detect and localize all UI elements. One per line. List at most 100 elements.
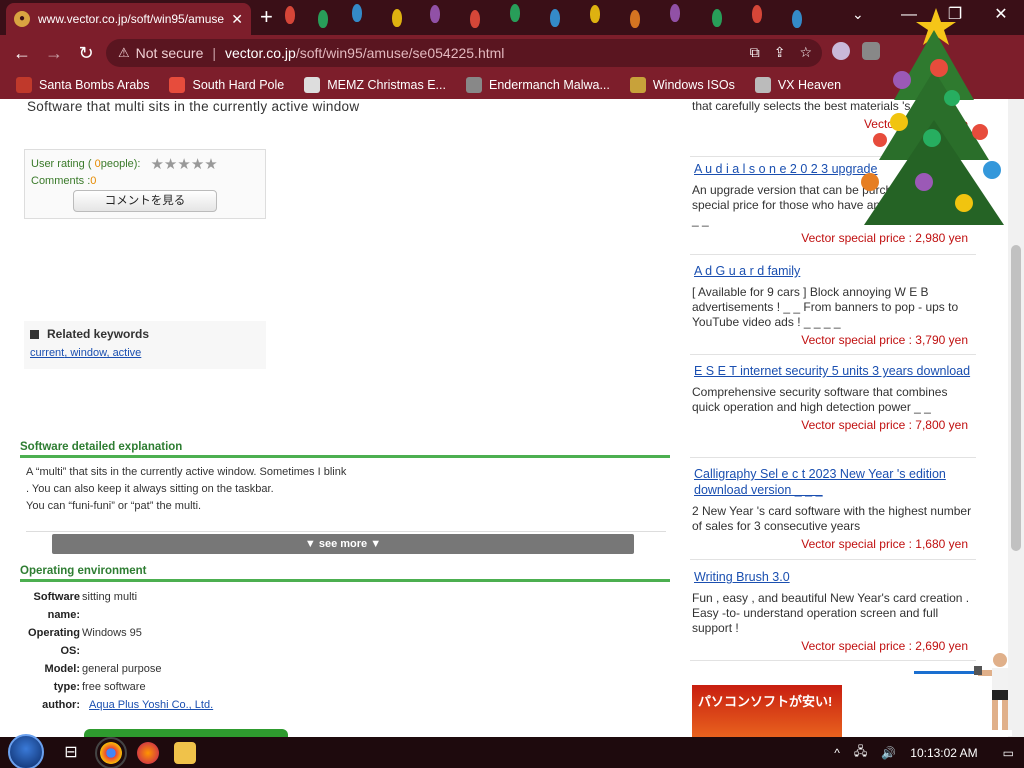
christmas-light [752, 5, 762, 23]
author-link[interactable]: Aqua Plus Yoshi Co., Ltd. [82, 699, 213, 711]
translate-icon[interactable]: ⧉ [750, 44, 760, 61]
christmas-light [285, 6, 295, 24]
christmas-light [510, 4, 520, 22]
christmas-light [470, 10, 480, 28]
env-key: Operating OS: [28, 627, 80, 657]
explanation-text: A “multi” that sits in the currently act… [26, 464, 656, 515]
ad-price: Vector special price : 3,790 yen [801, 333, 968, 347]
ad-item: E S E T internet security 5 units 3 year… [690, 363, 976, 458]
reload-icon[interactable]: ↻ [70, 43, 102, 64]
security-label: Not secure [135, 45, 204, 61]
keyword-links: current, window, active [30, 347, 260, 359]
square-bullet-icon [30, 329, 39, 339]
bookmark-item[interactable]: Endermanch Malwa... [465, 77, 610, 93]
env-value: free software [82, 681, 146, 693]
explanation-line: A “multi” that sits in the currently act… [26, 466, 347, 478]
keywords-heading: Related keywords [30, 327, 260, 341]
ad-description: Comprehensive security software that com… [692, 385, 948, 414]
chrome-icon[interactable] [95, 737, 127, 768]
bookmark-label: MEMZ Christmas E... [327, 78, 446, 92]
bookmark-favicon-icon [169, 77, 186, 93]
back-arrow-icon[interactable]: ← [6, 43, 38, 64]
fighter-character-icon [974, 653, 1012, 736]
address-bar[interactable]: ⚠ Not secure | vector.co.jp/soft/win95/a… [106, 39, 822, 67]
ad-title-link[interactable]: Writing Brush 3.0 [690, 569, 976, 585]
ad-banner-text: パソコンソフトが安い! [698, 694, 833, 709]
volume-icon[interactable]: 🔊 [881, 746, 896, 760]
scrollbar-thumb[interactable] [1011, 245, 1021, 551]
bookmark-item[interactable]: Windows ISOs [629, 77, 735, 93]
bookmark-favicon-icon [16, 77, 32, 93]
ad-accent-line [914, 671, 974, 674]
ad-description: 2 New Year 's card software with the hig… [692, 504, 972, 533]
network-icon[interactable]: 🖧 [854, 742, 867, 763]
env-value: Windows 95 [82, 627, 142, 639]
bookmark-star-icon[interactable]: ☆ [799, 44, 812, 61]
ad-banner[interactable]: パソコンソフトが安い! [692, 685, 842, 737]
christmas-light [392, 9, 402, 27]
environment-heading: Operating environment [20, 565, 670, 582]
ad-price: Vector special price : 1,680 yen [801, 537, 968, 551]
explanation-line: You can “funi-funi” or “pat” the multi. [26, 500, 202, 512]
env-row: Operating OS: Windows 95 [20, 624, 320, 660]
bookmark-item[interactable]: VX Heaven [754, 77, 842, 93]
env-row: author: Aqua Plus Yoshi Co., Ltd. [20, 696, 320, 714]
ad-title-link[interactable]: E S E T internet security 5 units 3 year… [690, 363, 976, 379]
christmas-tree-icon [861, 8, 1004, 225]
owl-favicon-icon: ● [14, 11, 30, 27]
bookmark-label: VX Heaven [777, 78, 842, 92]
ad-item: Writing Brush 3.0 Fun , easy , and beaut… [690, 569, 976, 661]
system-tray: ^ 🖧 🔊 10:13:02 AM ▭ [827, 737, 1024, 768]
christmas-light [792, 10, 802, 28]
bookmark-favicon-icon [629, 77, 646, 93]
ad-title-link[interactable]: Calligraphy Sel e c t 2023 New Year 's e… [690, 466, 976, 498]
christmas-light [318, 10, 328, 28]
clock[interactable]: 10:13:02 AM [910, 746, 977, 760]
tab-close-icon[interactable]: ✕ [231, 11, 243, 28]
bookmark-favicon-icon [465, 77, 482, 93]
christmas-light [670, 4, 680, 22]
env-row: Model: general purpose [20, 660, 320, 678]
env-key: type: [53, 681, 80, 693]
rating-stars-icon: ★★★★★ [150, 155, 218, 173]
ad-item: A d G u a r d family [ Available for 9 c… [690, 263, 976, 355]
warning-icon: ⚠ [118, 45, 130, 60]
url-path: /soft/win95/amuse/se054225.html [295, 45, 505, 61]
ad-description: [ Available for 9 cars ] Block annoying … [692, 285, 959, 329]
download-button-partial[interactable] [84, 729, 288, 737]
see-more-button[interactable]: ▼ see more ▼ [52, 534, 634, 554]
env-row: type: free software [20, 678, 320, 696]
new-tab-button[interactable]: + [260, 6, 273, 28]
task-view-icon[interactable]: ⊟ [60, 742, 82, 764]
show-hidden-icons-chevron-icon[interactable]: ^ [834, 746, 840, 760]
bookmark-item[interactable]: MEMZ Christmas E... [304, 77, 446, 93]
start-button[interactable] [8, 734, 44, 768]
christmas-light [430, 5, 440, 23]
view-comments-button[interactable]: コメントを見る [73, 190, 217, 212]
christmas-light [712, 9, 722, 27]
share-icon[interactable]: ⇪ [774, 44, 786, 61]
christmas-light [550, 9, 560, 27]
file-explorer-icon[interactable] [174, 742, 196, 764]
bookmark-item[interactable]: South Hard Pole [169, 77, 284, 93]
browser-tab-active[interactable]: ● www.vector.co.jp/soft/win95/amuse ✕ [6, 3, 251, 35]
keyword-link-current[interactable]: current [30, 347, 64, 359]
bookmark-favicon-icon [754, 77, 771, 93]
ad-title-link[interactable]: A d G u a r d family [690, 263, 976, 279]
bookmark-label: South Hard Pole [192, 78, 285, 92]
env-key: Model: [44, 663, 80, 675]
url-separator: | [212, 45, 216, 61]
explanation-line: . You can also keep it always sitting on… [26, 483, 274, 495]
environment-table: Software name: sitting multi Operating OS… [20, 588, 320, 714]
env-value: general purpose [82, 663, 162, 675]
related-keywords: Related keywords current, window, active [24, 321, 266, 369]
bookmark-label: Windows ISOs [652, 78, 735, 92]
firefox-icon[interactable] [137, 742, 159, 764]
env-key: author: [42, 699, 80, 711]
keyword-link-active[interactable]: , active [106, 347, 141, 359]
notifications-icon[interactable]: ▭ [1003, 746, 1014, 760]
bookmark-item[interactable]: Santa Bombs Arabs [16, 77, 149, 93]
forward-arrow-icon[interactable]: → [38, 43, 70, 64]
keyword-link-window[interactable]: , window [64, 347, 106, 359]
keywords-title: Related keywords [47, 327, 150, 341]
